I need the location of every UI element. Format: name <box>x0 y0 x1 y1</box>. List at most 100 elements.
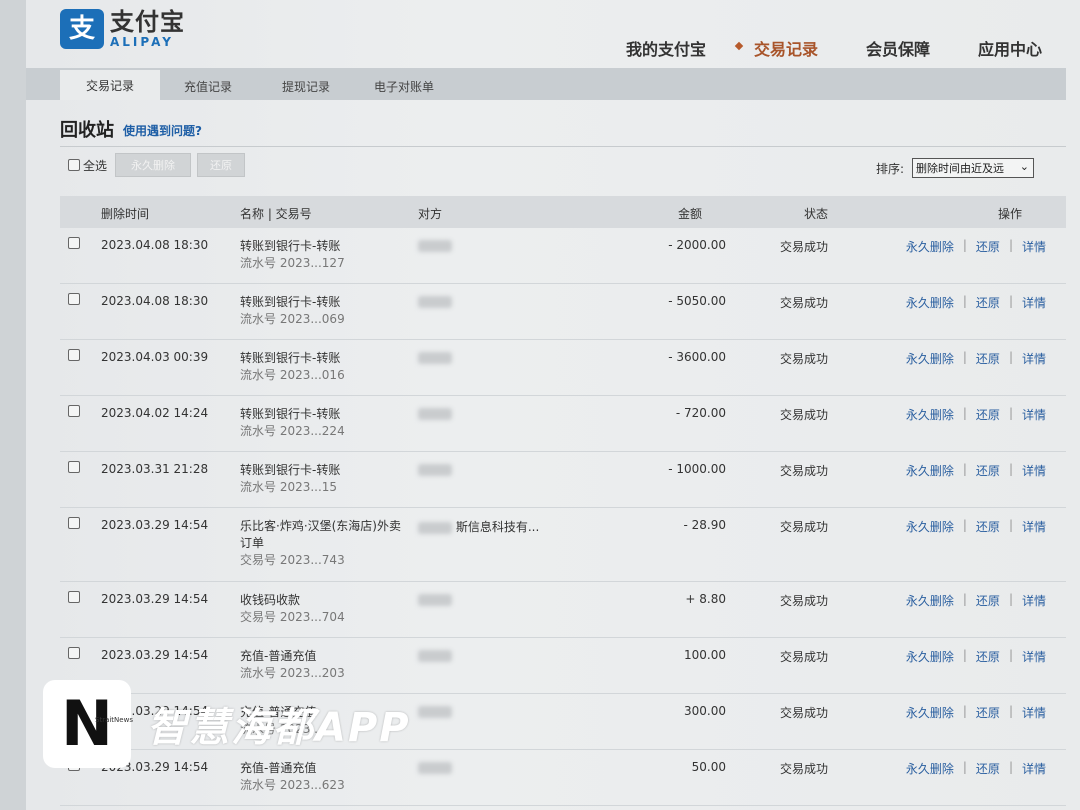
alipay-logo[interactable]: 支 支付宝 ALIPAY <box>60 9 185 49</box>
row-status: 交易成功 <box>780 296 829 310</box>
nav-my-alipay[interactable]: 我的支付宝 <box>626 36 706 60</box>
row-delete-link[interactable]: 永久删除 <box>906 406 954 423</box>
ops-separator: | <box>1008 760 1013 774</box>
row-ops: 永久删除 | 还原 | 详情 <box>906 462 1046 479</box>
help-link[interactable]: 使用遇到问题? <box>123 122 202 139</box>
row-name-cell: 充值-普通充值 流水号 2023...203 <box>240 648 410 682</box>
row-status: 交易成功 <box>780 762 829 776</box>
tab-statement[interactable]: 电子对账单 <box>354 72 454 100</box>
row-restore-link[interactable]: 还原 <box>976 462 1000 479</box>
nav-member-protection[interactable]: 会员保障 <box>866 36 930 60</box>
tab-transactions[interactable]: 交易记录 <box>60 70 160 100</box>
redacted-block <box>418 239 452 252</box>
restore-button[interactable]: 还原 <box>197 153 246 177</box>
select-all-checkbox[interactable] <box>68 159 80 171</box>
row-restore-link[interactable]: 还原 <box>976 648 1000 665</box>
nav-app-center[interactable]: 应用中心 <box>978 36 1042 60</box>
row-detail-link[interactable]: 详情 <box>1022 760 1046 777</box>
row-status: 交易成功 <box>780 706 829 720</box>
row-restore-link[interactable]: 还原 <box>976 238 1000 255</box>
row-checkbox[interactable] <box>68 349 80 361</box>
row-status: 交易成功 <box>780 408 829 422</box>
row-delete-link[interactable]: 永久删除 <box>906 350 954 367</box>
row-checkbox[interactable] <box>68 237 80 249</box>
redacted-block <box>418 351 452 364</box>
watermark-letter: N <box>61 687 113 760</box>
row-serial: 交易号 2023...743 <box>240 553 345 567</box>
row-restore-link[interactable]: 还原 <box>976 518 1000 535</box>
row-name: 转账到银行卡-转账 <box>240 463 341 477</box>
tab-recharge[interactable]: 充值记录 <box>158 72 258 100</box>
row-detail-link[interactable]: 详情 <box>1022 648 1046 665</box>
row-amount: - 28.90 <box>683 518 727 532</box>
row-ops: 永久删除 | 还原 | 详情 <box>906 592 1046 609</box>
row-delete-link[interactable]: 永久删除 <box>906 760 954 777</box>
row-party <box>418 462 618 476</box>
row-status: 交易成功 <box>780 352 829 366</box>
watermark-small: StraitNews <box>95 716 133 724</box>
redacted-block <box>418 295 452 308</box>
sort-control: 排序: 删除时间由近及远 ⌄ <box>876 158 1034 178</box>
row-status: 交易成功 <box>780 520 829 534</box>
row-delete-link[interactable]: 永久删除 <box>906 518 954 535</box>
row-name: 转账到银行卡-转账 <box>240 351 341 365</box>
row-party-text: 斯信息科技有... <box>455 520 540 534</box>
row-delete-link[interactable]: 永久删除 <box>906 294 954 311</box>
row-checkbox[interactable] <box>68 293 80 305</box>
row-restore-link[interactable]: 还原 <box>976 350 1000 367</box>
row-checkbox[interactable] <box>68 461 80 473</box>
redacted-block <box>418 705 452 718</box>
ops-separator: | <box>962 760 967 774</box>
ops-separator: | <box>962 406 967 420</box>
row-name-cell: 转账到银行卡-转账 流水号 2023...127 <box>240 238 410 272</box>
row-detail-link[interactable]: 详情 <box>1022 518 1046 535</box>
ops-separator: | <box>962 648 967 662</box>
row-checkbox[interactable] <box>68 405 80 417</box>
row-serial: 流水号 2023...069 <box>240 312 345 326</box>
row-detail-link[interactable]: 详情 <box>1022 350 1046 367</box>
nav-transactions[interactable]: 交易记录 <box>754 36 818 60</box>
permanent-delete-button[interactable]: 永久删除 <box>115 153 192 177</box>
ops-separator: | <box>1008 238 1013 252</box>
row-party: 斯信息科技有... <box>418 518 618 535</box>
ops-separator: | <box>962 704 967 718</box>
table-row: 2023.04.08 18:30 转账到银行卡-转账 流水号 2023...127 … <box>60 228 1066 284</box>
row-party <box>418 406 618 420</box>
row-restore-link[interactable]: 还原 <box>976 406 1000 423</box>
row-name-cell: 乐比客·炸鸡·汉堡(东海店)外卖订单交易号 2023...743 <box>240 518 410 569</box>
row-restore-link[interactable]: 还原 <box>976 294 1000 311</box>
row-name: 乐比客·炸鸡·汉堡(东海店)外卖订单 <box>240 519 401 550</box>
row-checkbox[interactable] <box>68 591 80 603</box>
row-amount: - 2000.00 <box>668 238 726 252</box>
row-detail-link[interactable]: 详情 <box>1022 592 1046 609</box>
row-checkbox[interactable] <box>68 647 80 659</box>
row-restore-link[interactable]: 还原 <box>976 760 1000 777</box>
row-party <box>418 294 618 308</box>
sort-select[interactable]: 删除时间由近及远 ⌄ <box>912 158 1034 178</box>
row-detail-link[interactable]: 详情 <box>1022 406 1046 423</box>
row-amount: - 720.00 <box>675 406 726 420</box>
row-ops: 永久删除 | 还原 | 详情 <box>906 350 1046 367</box>
row-ops: 永久删除 | 还原 | 详情 <box>906 704 1046 721</box>
row-delete-link[interactable]: 永久删除 <box>906 648 954 665</box>
tab-withdraw[interactable]: 提现记录 <box>256 72 356 100</box>
row-restore-link[interactable]: 还原 <box>976 592 1000 609</box>
row-delete-link[interactable]: 永久删除 <box>906 704 954 721</box>
row-ops: 永久删除 | 还原 | 详情 <box>906 294 1046 311</box>
row-detail-link[interactable]: 详情 <box>1022 462 1046 479</box>
ops-separator: | <box>962 350 967 364</box>
th-ops: 操作 <box>998 207 1023 221</box>
row-amount: + 8.80 <box>685 592 726 606</box>
row-delete-link[interactable]: 永久删除 <box>906 462 954 479</box>
row-detail-link[interactable]: 详情 <box>1022 704 1046 721</box>
row-restore-link[interactable]: 还原 <box>976 704 1000 721</box>
row-status: 交易成功 <box>780 464 829 478</box>
row-detail-link[interactable]: 详情 <box>1022 294 1046 311</box>
row-delete-link[interactable]: 永久删除 <box>906 592 954 609</box>
row-serial: 流水号 2023...623 <box>240 778 345 792</box>
row-detail-link[interactable]: 详情 <box>1022 238 1046 255</box>
table-row: 2023.04.02 14:24 转账到银行卡-转账 流水号 2023...224 … <box>60 396 1066 452</box>
row-serial: 流水号 2023...15 <box>240 480 338 494</box>
row-delete-link[interactable]: 永久删除 <box>906 238 954 255</box>
row-checkbox[interactable] <box>68 517 80 529</box>
